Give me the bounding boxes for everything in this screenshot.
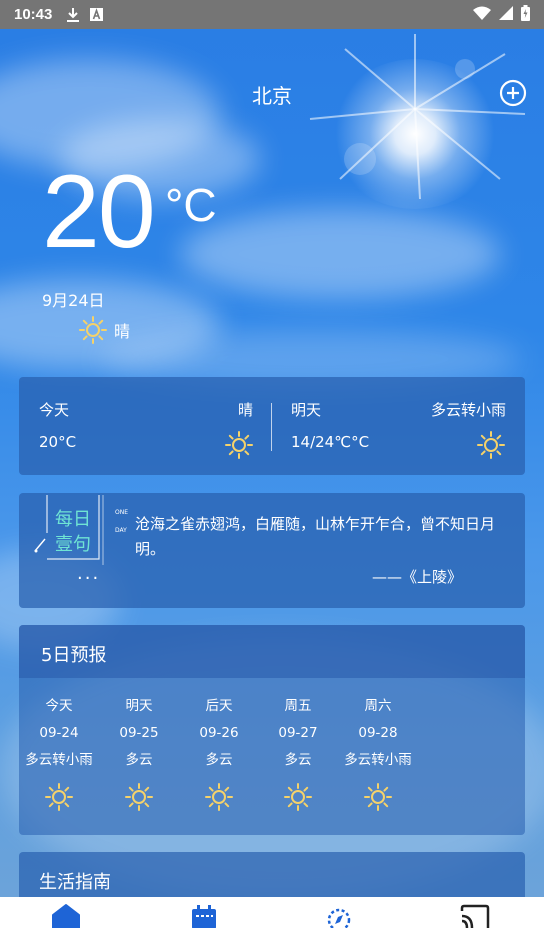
city-name[interactable]: 北京 [0, 80, 544, 109]
today-panel[interactable]: 今天 晴 20°C [19, 377, 272, 475]
forecast-day-name: 今天 [45, 698, 73, 714]
tab-discover[interactable] [319, 901, 359, 928]
forecast-day-date: 09-24 [39, 725, 79, 741]
badge-line1: 每日 [55, 509, 91, 530]
bottom-tab-bar [0, 897, 544, 928]
forecast-day-date: 09-26 [199, 725, 239, 741]
forecast-day-name: 周六 [364, 698, 392, 714]
cast-icon [460, 904, 490, 928]
tab-home[interactable] [46, 901, 86, 928]
today-temp: 20°C [39, 433, 77, 451]
badge-line2: 壹句 [55, 534, 91, 555]
sun-icon [17, 778, 101, 812]
forecast-header: 5日预报 [19, 625, 525, 678]
forecast-day-condition: 多云转小雨 [25, 752, 93, 768]
add-city-button[interactable] [499, 79, 527, 107]
sun-icon [256, 778, 340, 812]
forecast-day-date: 09-27 [278, 725, 318, 741]
forecast-day-condition: 多云 [205, 752, 233, 768]
forecast-day-name: 后天 [205, 698, 233, 714]
life-guide-title: 生活指南 [39, 872, 111, 893]
download-icon [66, 7, 80, 23]
forecast-title: 5日预报 [41, 645, 107, 666]
forecast-day[interactable]: 明天 09-25 多云 [97, 697, 181, 812]
tab-calendar[interactable] [184, 901, 224, 928]
forecast-day-name: 明天 [125, 698, 153, 714]
current-temperature: 20 [42, 154, 156, 270]
today-label: 今天 [39, 401, 70, 419]
status-right-icons [473, 4, 530, 25]
forecast-day-date: 09-25 [119, 725, 159, 741]
current-condition: 晴 [78, 315, 130, 345]
forecast-card: 5日预报 今天 09-24 多云转小雨 明天 09-25 多云 后天 09-26… [19, 625, 525, 835]
compass-icon [327, 908, 351, 928]
forecast-day-condition: 多云 [125, 752, 153, 768]
more-dots-icon[interactable]: ··· [77, 568, 100, 589]
sun-icon [97, 778, 181, 812]
tomorrow-temp: 14/24℃°C [291, 433, 370, 451]
sun-icon [336, 778, 420, 812]
daily-quote-source: ——《上陵》 [372, 568, 463, 586]
badge-small-top: ONE [115, 509, 129, 516]
battery-icon [521, 4, 530, 25]
wifi-icon [473, 6, 491, 24]
forecast-day[interactable]: 今天 09-24 多云转小雨 [17, 697, 101, 812]
plus-circle-icon [499, 79, 527, 107]
current-condition-label: 晴 [114, 322, 131, 341]
forecast-day[interactable]: 周五 09-27 多云 [256, 697, 340, 812]
forecast-day-condition: 多云转小雨 [344, 752, 412, 768]
tomorrow-panel[interactable]: 明天 多云转小雨 14/24℃°C [272, 377, 525, 475]
current-date: 9月24日 [42, 291, 105, 310]
tab-cast[interactable] [455, 901, 495, 928]
sun-icon [79, 316, 107, 344]
text-a-icon [90, 8, 104, 21]
calendar-icon [192, 905, 216, 928]
forecast-day-date: 09-28 [358, 725, 398, 741]
sun-icon [224, 430, 254, 464]
status-bar: 10:43 [0, 0, 544, 29]
signal-icon [499, 5, 513, 24]
sun-rays-icon [309, 34, 526, 200]
forecast-day-name: 周五 [284, 698, 312, 714]
sun-icon [177, 778, 261, 812]
tomorrow-label: 明天 [291, 401, 322, 419]
daily-quote-text: 沧海之雀赤翅鸿，白雁随，山林乍开乍合，曾不知日月明。 [135, 515, 496, 558]
tomorrow-condition: 多云转小雨 [430, 401, 506, 419]
daily-quote-card[interactable]: 每日 壹句 ONE DAY 沧海之雀赤翅鸿，白雁随，山林乍开乍合，曾不知日月明。 [19, 493, 525, 608]
badge-small-bottom: DAY [115, 527, 127, 534]
home-icon [52, 904, 80, 928]
today-condition: 晴 [237, 401, 253, 419]
today-tomorrow-card[interactable]: 今天 晴 20°C 明天 多云转小雨 14/24℃°C [19, 377, 525, 475]
sun-icon [476, 430, 506, 464]
temperature-unit: °C [165, 179, 217, 231]
forecast-day[interactable]: 周六 09-28 多云转小雨 [336, 697, 420, 812]
status-time: 10:43 [14, 6, 53, 23]
forecast-day-condition: 多云 [284, 752, 312, 768]
forecast-day[interactable]: 后天 09-26 多云 [177, 697, 261, 812]
